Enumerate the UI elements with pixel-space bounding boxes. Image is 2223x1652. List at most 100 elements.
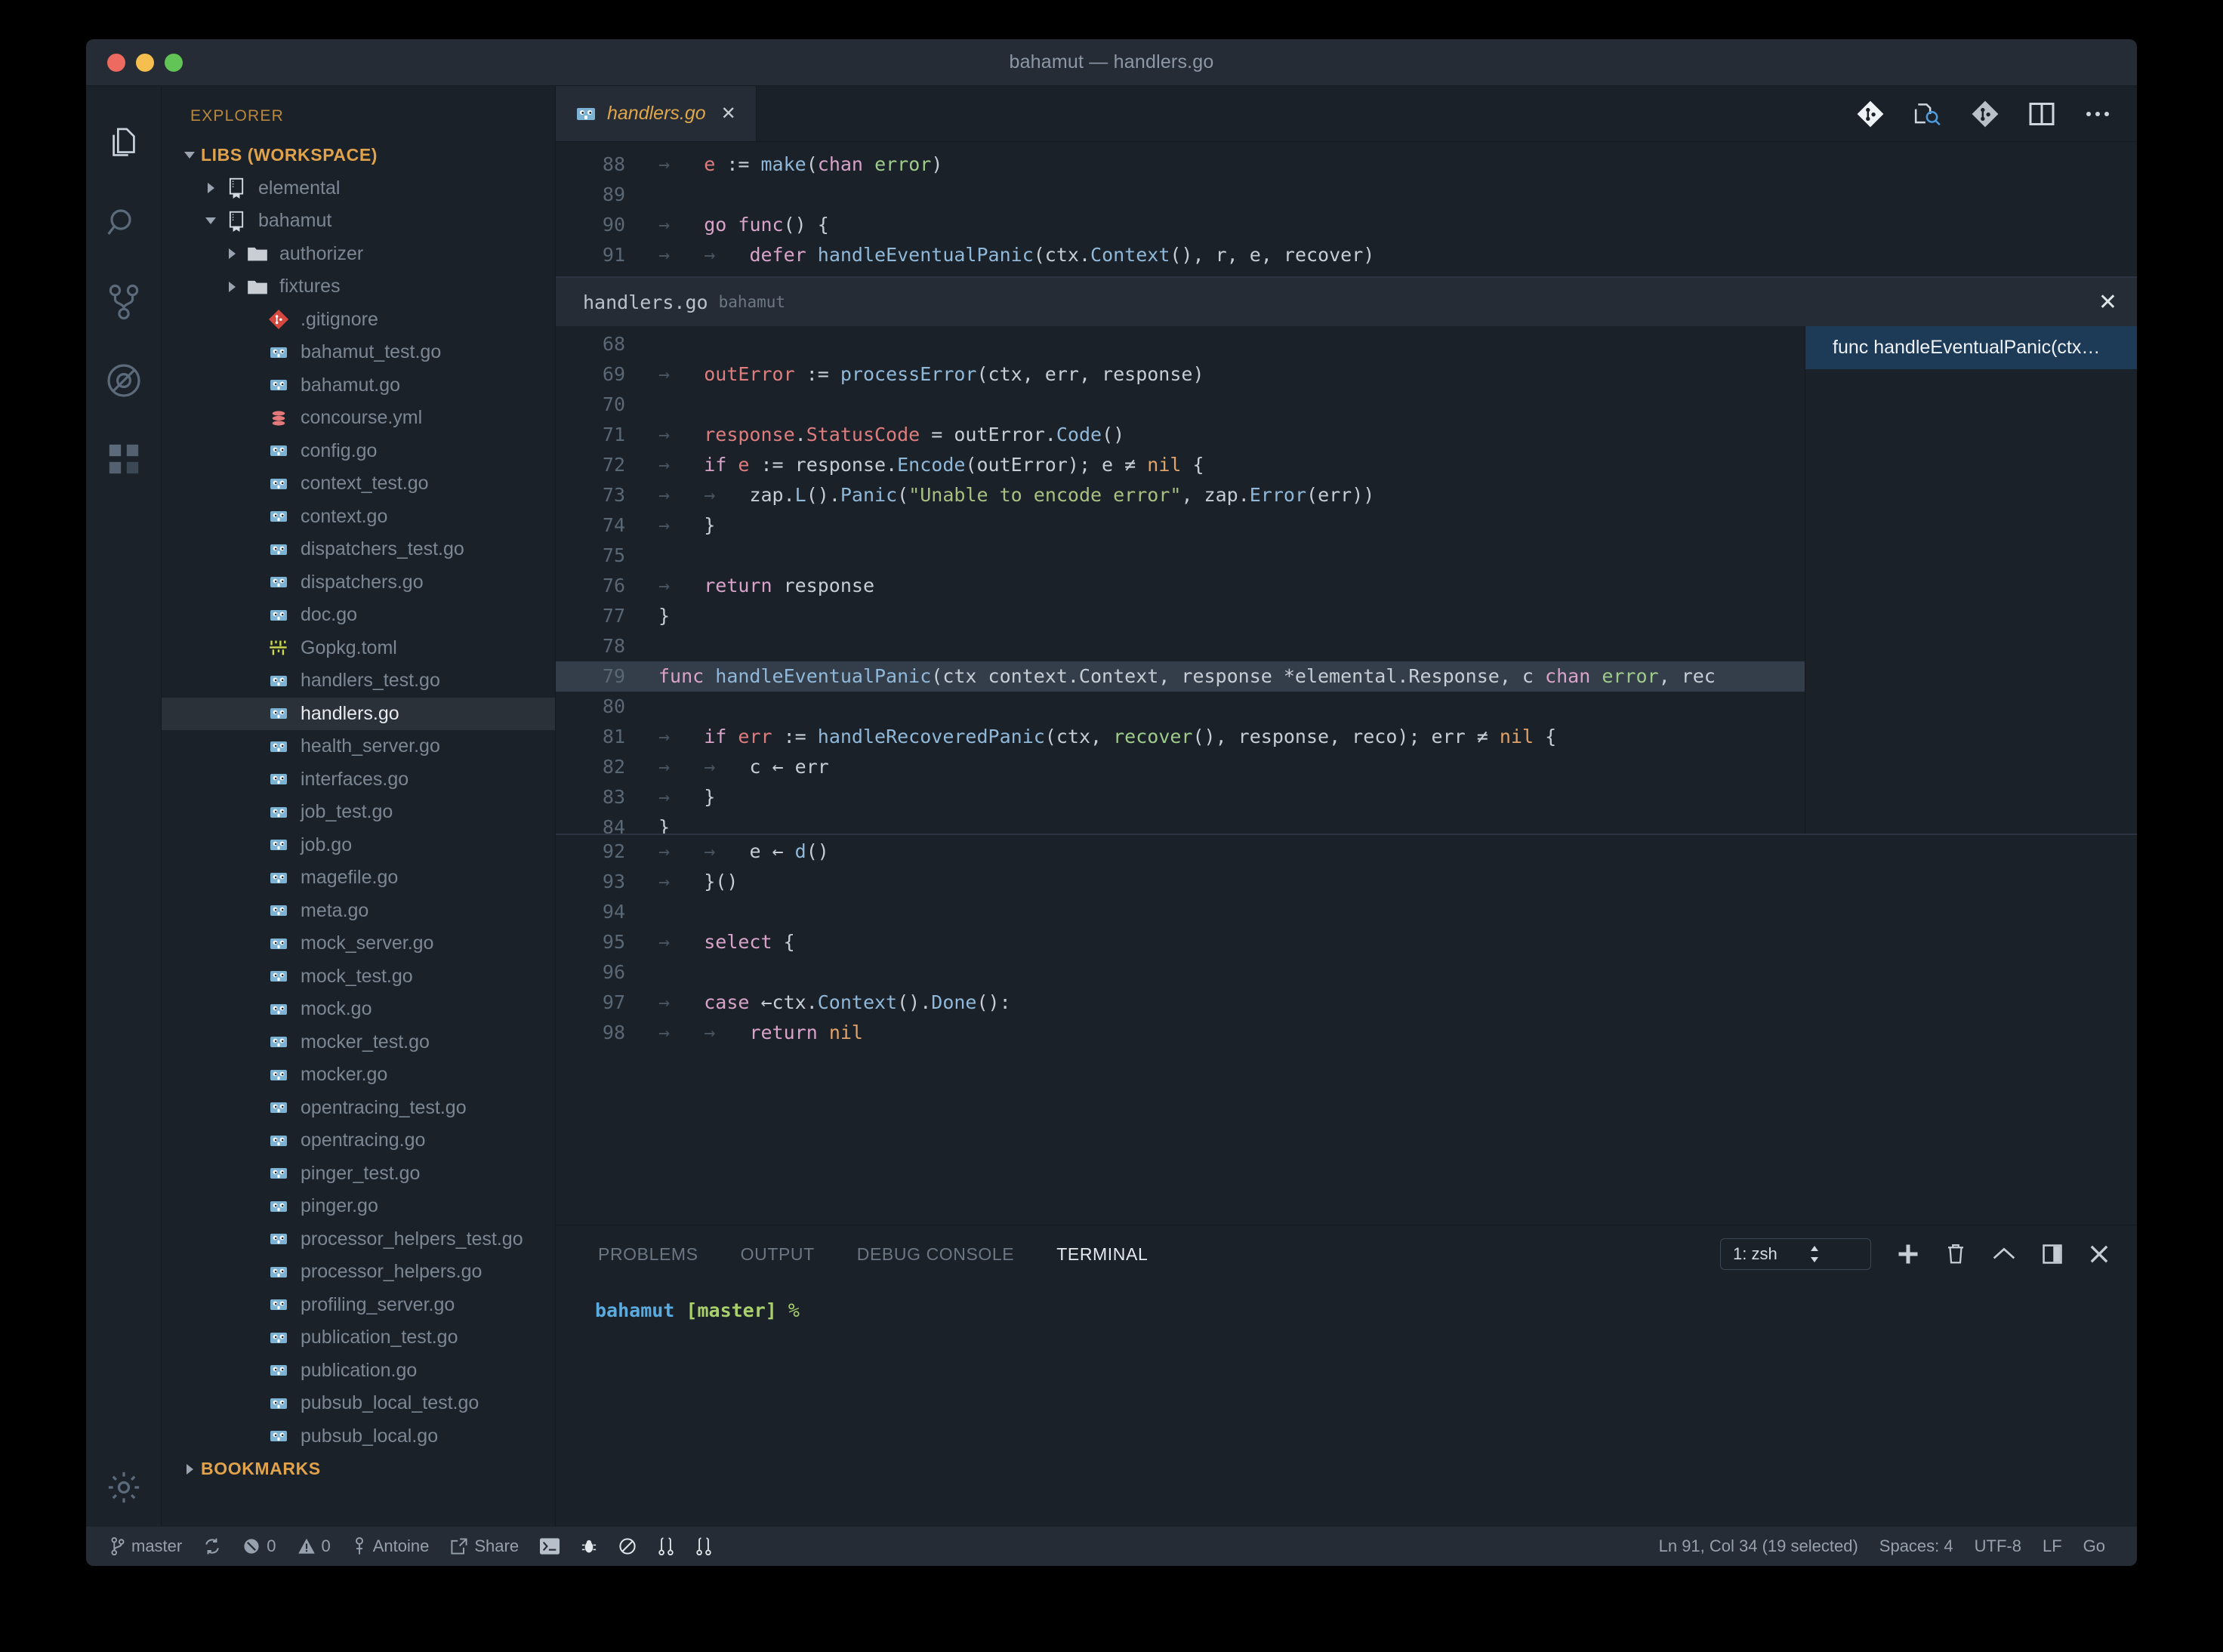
tree-item[interactable]: pinger_test.go [162,1157,555,1191]
tree-item[interactable]: config.go [162,435,555,468]
bookmarks-twisty[interactable] [178,1464,201,1475]
tree-item[interactable]: job.go [162,829,555,862]
tree-item[interactable]: job_test.go [162,796,555,829]
tree-item[interactable]: authorizer [162,238,555,271]
tree-item[interactable]: dispatchers.go [162,566,555,599]
branch-status[interactable]: master [100,1536,193,1556]
tree-item[interactable]: interfaces.go [162,763,555,797]
tree-item[interactable]: bahamut.go [162,369,555,402]
tree-item[interactable]: opentracing.go [162,1124,555,1157]
find-file-icon[interactable] [1913,100,1942,128]
activity-debug[interactable] [86,341,162,420]
peek-results-list[interactable]: func handleEventualPanic(ctx… [1805,326,2137,834]
workspace-twisty[interactable] [178,152,201,159]
tree-twisty[interactable] [199,183,222,193]
file-tree[interactable]: LIBS (WORKSPACE) elementalbahamutauthori… [162,139,555,1527]
tree-item[interactable]: concourse.yml [162,402,555,435]
workspace-root[interactable]: LIBS (WORKSPACE) [162,139,555,172]
activity-extensions[interactable] [86,420,162,498]
line-number: 71 [556,420,639,450]
tree-twisty[interactable] [199,217,222,224]
tree-item[interactable]: health_server.go [162,730,555,763]
tree-item[interactable]: pubsub_local_test.go [162,1387,555,1420]
tree-item[interactable]: pubsub_local.go [162,1420,555,1453]
tree-item[interactable]: context.go [162,501,555,534]
tree-item[interactable]: magefile.go [162,861,555,895]
new-terminal-icon[interactable] [1897,1243,1919,1265]
more-actions-icon[interactable] [2084,109,2111,119]
tree-item[interactable]: context_test.go [162,467,555,501]
indentation[interactable]: Spaces: 4 [1869,1536,1964,1556]
tree-item[interactable]: processor_helpers_test.go [162,1223,555,1256]
tree-item[interactable]: dispatchers_test.go [162,533,555,566]
tree-twisty[interactable] [220,248,243,259]
tree-item[interactable]: opentracing_test.go [162,1092,555,1125]
account-status[interactable]: Antoine [341,1536,440,1556]
activity-source-control[interactable] [86,263,162,341]
close-icon[interactable]: ✕ [721,103,736,125]
tree-item[interactable]: mock_server.go [162,927,555,960]
tree-item[interactable]: doc.go [162,599,555,632]
tree-item[interactable]: processor_helpers.go [162,1256,555,1289]
close-panel-icon[interactable] [2089,1244,2110,1265]
code-line: 70 [556,390,1805,420]
activity-settings[interactable] [86,1448,162,1527]
go-icon [264,1132,293,1150]
git-action-icon[interactable] [1856,100,1885,128]
terminal-output[interactable]: bahamut [master] % [556,1283,2137,1527]
tree-item[interactable]: pinger.go [162,1190,555,1223]
bookmarks-section[interactable]: BOOKMARKS [162,1453,555,1486]
encoding[interactable]: UTF-8 [1964,1536,2032,1556]
panel-tab-debug-console[interactable]: DEBUG CONSOLE [857,1244,1014,1265]
peek-result-item[interactable]: func handleEventualPanic(ctx… [1805,326,2137,369]
tree-item[interactable]: Gopkg.toml [162,632,555,665]
sync-status[interactable] [193,1537,232,1555]
tree-item-label: pubsub_local.go [301,1425,438,1447]
share-status[interactable]: Share [439,1536,529,1556]
cursor-position[interactable]: Ln 91, Col 34 (19 selected) [1648,1536,1869,1556]
activity-search[interactable] [86,184,162,263]
language-mode[interactable]: Go [2073,1536,2116,1556]
tree-item[interactable]: bahamut [162,205,555,238]
tree-item[interactable]: elemental [162,172,555,205]
peek-editor[interactable]: 6869→ outError := processError(ctx, err,… [556,326,1805,834]
account-label: Antoine [373,1536,430,1556]
maximize-panel-icon[interactable] [1992,1246,2016,1262]
tree-item[interactable]: handlers.go [162,698,555,731]
tree-twisty[interactable] [220,282,243,292]
tree-item[interactable]: fixtures [162,270,555,304]
tree-item[interactable]: mocker_test.go [162,1026,555,1059]
panel-tab-terminal[interactable]: TERMINAL [1056,1244,1148,1265]
terminal-status[interactable] [529,1538,570,1555]
peek-close-icon[interactable]: ✕ [2098,289,2117,316]
pr-status[interactable] [647,1536,685,1556]
tree-item[interactable]: bahamut_test.go [162,336,555,369]
tab-handlers-go[interactable]: handlers.go ✕ [556,86,757,141]
editor-content[interactable]: 88→ e := make(chan error)8990→ go func()… [556,142,2137,1225]
panel-tab-problems[interactable]: PROBLEMS [598,1244,698,1265]
git-compare-icon[interactable] [1971,100,1999,128]
tree-item[interactable]: .gitignore [162,304,555,337]
tree-item[interactable]: publication.go [162,1355,555,1388]
tree-item[interactable]: mock.go [162,993,555,1026]
kill-terminal-icon[interactable] [1945,1243,1966,1265]
eol[interactable]: LF [2032,1536,2073,1556]
errors-status[interactable]: 0 [232,1536,286,1556]
tree-item[interactable]: profiling_server.go [162,1289,555,1322]
panel-tab-output[interactable]: OUTPUT [741,1244,815,1265]
tree-item[interactable]: meta.go [162,895,555,928]
bug-status[interactable] [570,1537,608,1555]
split-terminal-icon[interactable] [2042,1244,2063,1265]
tree-item[interactable]: publication_test.go [162,1321,555,1355]
block-status[interactable] [608,1537,647,1555]
activity-explorer[interactable] [86,106,162,184]
warnings-status[interactable]: 0 [287,1536,341,1556]
tree-item-label: job.go [301,834,352,856]
terminal-selector[interactable]: 1: zsh [1720,1238,1871,1270]
tree-item[interactable]: mock_test.go [162,960,555,994]
pr2-status[interactable] [685,1536,723,1556]
tree-item[interactable]: handlers_test.go [162,664,555,698]
tree-item[interactable]: mocker.go [162,1059,555,1092]
line-number: 78 [556,631,639,661]
split-editor-icon[interactable] [2028,101,2055,127]
